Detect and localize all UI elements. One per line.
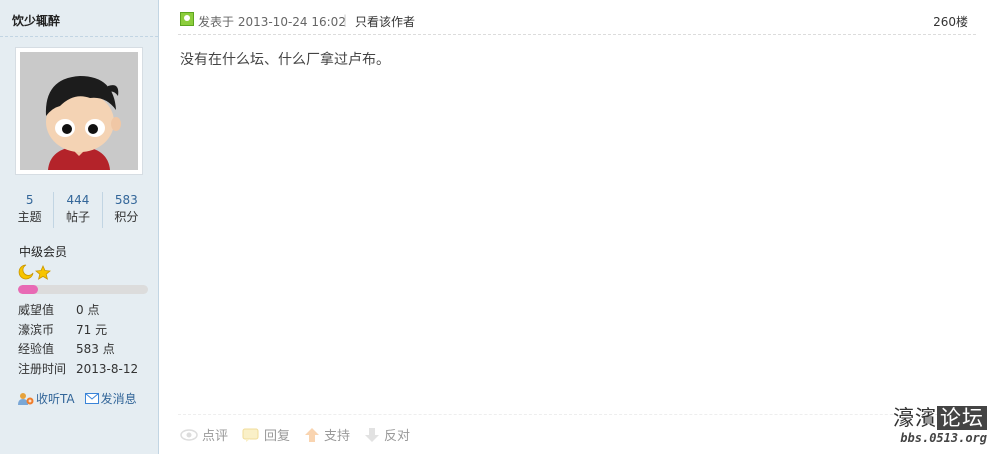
watermark-forum: 论坛 [937, 406, 987, 430]
star-icon [35, 265, 51, 280]
oppose-label: 反对 [384, 429, 411, 444]
watermark-url: bbs.0513.org [900, 431, 987, 445]
message-label: 发消息 [100, 392, 137, 406]
reply-label: 回复 [264, 429, 291, 444]
rate-label: 点评 [202, 429, 229, 444]
floor-number[interactable]: 260楼 [933, 13, 968, 30]
info-key: 濠滨币 [18, 322, 55, 337]
stat-value: 444 [66, 193, 90, 207]
info-value: 583 点 [76, 342, 115, 356]
info-value: 71 元 [76, 322, 108, 337]
stat-value: 583 [114, 193, 138, 207]
oppose-button[interactable]: 反对 [364, 425, 410, 444]
info-key: 注册时间 [18, 361, 67, 376]
stat-threads[interactable]: 5 主题 [6, 192, 55, 228]
follow-link[interactable]: 收听TA [18, 390, 75, 407]
level-progress-bar [18, 285, 148, 294]
post-actions: 点评 回复 支持 反对 [180, 425, 410, 444]
eye-icon [180, 428, 198, 441]
info-row: 威望值 0 点 [18, 301, 153, 321]
info-row: 注册时间 2013-8-12 [18, 360, 153, 380]
rank-icons [18, 264, 52, 283]
post-timestamp: 发表于 2013-10-24 16:02 [198, 15, 346, 29]
info-key: 经验值 [18, 342, 55, 356]
stat-label: 帖子 [65, 210, 90, 224]
info-key: 威望值 [18, 303, 55, 317]
user-actions: 收听TA 发消息 [18, 390, 137, 407]
thumb-up-arrow-icon [305, 427, 320, 442]
user-sidebar: 饮少辄醉 5 主题 444 帖子 583 积分 中级会员 威望值 0 点 濠滨币… [0, 0, 159, 454]
reply-icon [242, 428, 259, 442]
thumb-down-arrow-icon [365, 427, 380, 442]
follow-label: 收听TA [36, 392, 75, 406]
online-status-icon [180, 12, 194, 26]
user-info: 威望值 0 点 濠滨币 71 元 经验值 583 点 注册时间 2013-8-1… [18, 301, 153, 379]
info-value: 2013-8-12 [76, 361, 139, 376]
divider [178, 414, 978, 415]
info-value: 0 点 [76, 303, 100, 317]
level-progress-fill [18, 285, 38, 294]
user-stats: 5 主题 444 帖子 583 积分 [6, 192, 150, 228]
divider [0, 36, 158, 37]
reply-button[interactable]: 回复 [242, 425, 290, 444]
support-label: 支持 [324, 429, 351, 444]
info-row: 濠滨币 71 元 [18, 321, 153, 341]
stat-label: 主题 [17, 210, 42, 224]
moon-icon [18, 264, 34, 280]
stat-value: 5 [25, 193, 34, 207]
post-body: 没有在什么坛、什么厂拿过卢布。 [180, 52, 390, 68]
stat-label: 积分 [114, 210, 139, 224]
support-button[interactable]: 支持 [304, 425, 350, 444]
follow-icon [18, 392, 34, 405]
envelope-icon [84, 393, 99, 404]
username[interactable]: 饮少辄醉 [12, 12, 60, 29]
avatar[interactable] [15, 47, 143, 175]
author-only-link[interactable]: 只看该作者 [355, 13, 415, 30]
stat-posts[interactable]: 444 帖子 [54, 192, 103, 228]
message-link[interactable]: 发消息 [84, 390, 137, 407]
forum-watermark-logo: 濠濱 论坛 bbs.0513.org [883, 405, 987, 449]
info-row: 经验值 583 点 [18, 340, 153, 360]
user-rank: 中级会员 [19, 245, 68, 259]
watermark-name: 濠濱 [893, 406, 937, 430]
rate-button[interactable]: 点评 [180, 425, 228, 444]
post-header: 发表于 2013-10-24 16:02 | 只看该作者 260楼 [178, 10, 976, 35]
separator: | [343, 13, 348, 27]
stat-points[interactable]: 583 积分 [103, 192, 150, 228]
avatar-image [20, 52, 138, 170]
